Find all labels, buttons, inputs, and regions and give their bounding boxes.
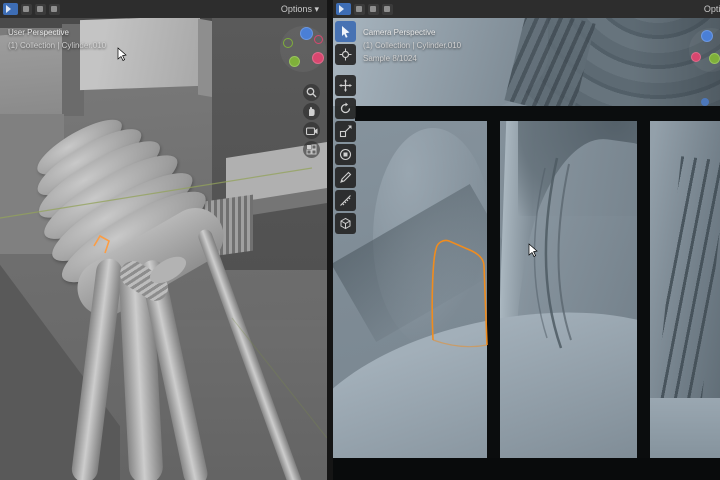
chevron-down-icon: ▾ (314, 4, 319, 14)
axis-y-ball[interactable] (709, 53, 720, 64)
select-box-icon (339, 25, 352, 38)
frame-bar-bottom (333, 458, 720, 480)
pan-button[interactable] (303, 103, 320, 120)
tool-select-box[interactable] (335, 21, 356, 42)
tool-measure[interactable] (335, 190, 356, 211)
tool-rotate[interactable] (335, 98, 356, 119)
navigation-axis-gizmo[interactable] (280, 26, 326, 72)
annotate-pen-icon (339, 171, 352, 184)
snap-magnet-icon[interactable] (382, 4, 393, 15)
frame-bar-vertical-2 (637, 106, 650, 458)
transform-pivot-icon[interactable] (35, 4, 46, 15)
view-name: Camera Perspective (363, 26, 461, 39)
tool-cursor[interactable] (335, 44, 356, 65)
tool-add-cube[interactable] (335, 213, 356, 234)
axis-y-neg-ball[interactable] (283, 38, 293, 48)
frame-bar-vertical-1 (487, 106, 500, 458)
add-cube-icon (339, 217, 352, 230)
render-sample-counter: Sample 8/1024 (363, 52, 461, 65)
move-icon (339, 79, 352, 92)
scale-icon (339, 125, 352, 138)
viewport-right-canvas[interactable]: Camera Perspective (1) Collection | Cyli… (333, 18, 720, 480)
editor-type-icon[interactable] (336, 3, 351, 15)
toggle-projection-icon (306, 144, 317, 155)
tool-move[interactable] (335, 75, 356, 96)
editor-type-icon[interactable] (3, 3, 18, 15)
axis-x-ball[interactable] (312, 52, 324, 64)
options-label: Options (281, 4, 312, 14)
context-path: (1) Collection | Cylinder.010 (8, 39, 106, 52)
view-name-overlay: User Perspective (1) Collection | Cylind… (8, 26, 106, 52)
zoom-dot[interactable] (701, 98, 709, 106)
frame-bar-horizontal (355, 106, 720, 121)
zoom-icon (306, 87, 317, 98)
view-name: User Perspective (8, 26, 106, 39)
axis-x-ball[interactable] (691, 52, 701, 62)
geom-right-panel-bottom (650, 398, 720, 458)
blender-split-viewports: Options ▾ (0, 0, 720, 480)
axis-z-ball[interactable] (300, 27, 313, 40)
tool-scale[interactable] (335, 121, 356, 142)
viewport-left: Options ▾ (0, 0, 327, 480)
options-label: Options (704, 4, 720, 14)
viewport-right: Options ▾ (333, 0, 720, 480)
viewport-left-header: Options ▾ (0, 0, 327, 19)
camera-view-button[interactable] (303, 122, 320, 139)
toggle-projection-button[interactable] (303, 141, 320, 158)
transform-pivot-icon[interactable] (368, 4, 379, 15)
axis-z-ball[interactable] (701, 30, 713, 42)
zoom-button[interactable] (303, 84, 320, 101)
viewport-right-header: Options ▾ (333, 0, 720, 19)
camera-view-icon (306, 126, 318, 136)
pan-hand-icon (306, 106, 317, 117)
rotate-icon (339, 102, 352, 115)
axis-x-neg-ball[interactable] (314, 35, 323, 44)
context-path: (1) Collection | Cylinder.010 (363, 39, 461, 52)
transform-icon (339, 148, 352, 161)
tool-annotate[interactable] (335, 167, 356, 188)
view-name-overlay: Camera Perspective (1) Collection | Cyli… (363, 26, 461, 65)
toolbar-gap (335, 67, 356, 73)
object-mode-icon[interactable] (21, 4, 32, 15)
cursor-icon (339, 48, 352, 61)
toolbar (335, 21, 356, 234)
viewport-left-canvas[interactable]: User Perspective (1) Collection | Cylind… (0, 18, 327, 480)
measure-icon (339, 194, 352, 207)
options-dropdown[interactable]: Options ▾ (700, 3, 720, 16)
tool-transform[interactable] (335, 144, 356, 165)
snap-magnet-icon[interactable] (49, 4, 60, 15)
axis-y-ball[interactable] (289, 56, 300, 67)
options-dropdown[interactable]: Options ▾ (277, 3, 323, 16)
object-mode-icon[interactable] (354, 4, 365, 15)
